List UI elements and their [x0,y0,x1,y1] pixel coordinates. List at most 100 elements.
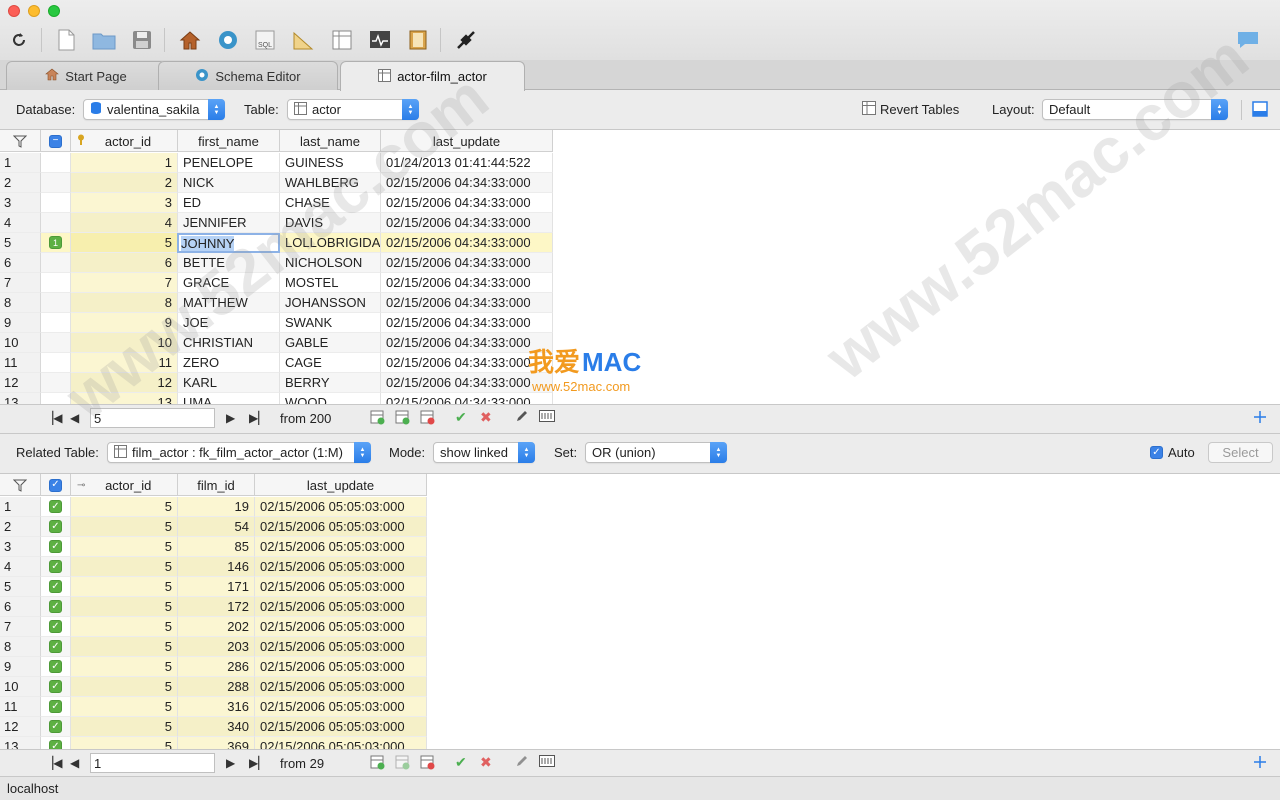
first-record-icon[interactable]: ▕◀ [44,756,62,770]
table-row[interactable]: 8 8 MATTHEW JOHANSSON 02/15/2006 04:34:33:00… [0,293,553,313]
table-row[interactable]: 2 ✓ 5 54 02/15/2006 05:05:03:000 [0,517,427,537]
row-marker[interactable] [41,373,71,393]
commit-icon[interactable]: ✔ [455,409,467,426]
table-row[interactable]: 6 ✓ 5 172 02/15/2006 05:05:03:000 [0,597,427,617]
cell-actor-id[interactable]: 8 [71,293,178,313]
cancel-icon[interactable]: ✖ [480,409,492,426]
row-marker[interactable]: 1 [41,233,71,253]
table-row[interactable]: 7 7 GRACE MOSTEL 02/15/2006 04:34:33:000 [0,273,553,293]
next-record-icon[interactable]: ▶ [226,411,235,425]
commit-icon[interactable]: ✔ [455,754,467,771]
row-checkbox[interactable]: ✓ [41,577,71,597]
table-row[interactable]: 12 12 KARL BERRY 02/15/2006 04:34:33:000 [0,373,553,393]
row-checkbox[interactable]: ✓ [41,657,71,677]
cell-actor-id[interactable]: 5 [71,517,178,537]
table-row[interactable]: 4 4 JENNIFER DAVIS 02/15/2006 04:34:33:000 [0,213,553,233]
cell-film-id[interactable]: 286 [178,657,255,677]
cell-last-update[interactable]: 01/24/2013 01:41:44:522 [381,153,553,173]
cell-last-update[interactable]: 02/15/2006 04:34:33:000 [381,233,553,253]
cell-film-id[interactable]: 172 [178,597,255,617]
cell-actor-id[interactable]: 3 [71,193,178,213]
cell-last-name[interactable]: GUINESS [280,153,381,173]
cell-first-name[interactable]: CHRISTIAN [178,333,280,353]
close-window-button[interactable] [8,5,20,17]
previous-record-icon[interactable]: ◀ [70,756,79,770]
cell-last-update[interactable]: 02/15/2006 04:34:33:000 [381,333,553,353]
new-document-icon[interactable] [52,26,80,54]
cell-last-update[interactable]: 02/15/2006 05:05:03:000 [255,697,427,717]
cell-film-id[interactable]: 85 [178,537,255,557]
cell-first-name[interactable]: JENNIFER [178,213,280,233]
cell-actor-id[interactable]: 5 [71,497,178,517]
cell-actor-id[interactable]: 5 [71,557,178,577]
cell-first-name[interactable]: ED [178,193,280,213]
query-builder-icon[interactable] [290,26,318,54]
table-row[interactable]: 5 1 5 JOHNNY LOLLOBRIGIDA 02/15/2006 04:34:33… [0,233,553,253]
duplicate-record-icon[interactable] [395,755,410,773]
cell-last-name[interactable]: SWANK [280,313,381,333]
cell-first-name-editor[interactable]: JOHNNY [177,233,280,253]
cell-last-name[interactable]: MOSTEL [280,273,381,293]
cell-actor-id[interactable]: 5 [71,617,178,637]
auto-checkbox[interactable]: ✓ Auto [1150,445,1195,460]
table-row[interactable]: 7 ✓ 5 202 02/15/2006 05:05:03:000 [0,617,427,637]
delete-record-icon[interactable] [420,410,435,428]
connect-plug-icon[interactable] [452,26,480,54]
cell-film-id[interactable]: 316 [178,697,255,717]
previous-record-icon[interactable]: ◀ [70,411,79,425]
cell-first-name[interactable]: ZERO [178,353,280,373]
home-icon[interactable] [176,26,204,54]
cell-last-update[interactable]: 02/15/2006 04:34:33:000 [381,353,553,373]
cell-last-update[interactable]: 02/15/2006 05:05:03:000 [255,537,427,557]
cell-actor-id[interactable]: 5 [71,637,178,657]
tab-start-page[interactable]: Start Page [6,61,166,90]
resize-split-icon[interactable] [1253,755,1267,772]
last-record-icon[interactable]: ▶▏ [249,756,267,770]
cell-first-name[interactable]: BETTE [178,253,280,273]
table-row[interactable]: 1 ✓ 5 19 02/15/2006 05:05:03:000 [0,497,427,517]
table-row[interactable]: 10 10 CHRISTIAN GABLE 02/15/2006 04:34:33:00… [0,333,553,353]
column-header-actor-id[interactable]: ⊸ actor_id [71,474,178,496]
layout-select[interactable]: Default ▲ ▼ [1042,99,1228,120]
delete-record-icon[interactable] [420,755,435,773]
row-checkbox[interactable]: ✓ [41,677,71,697]
monitor-icon[interactable] [366,26,394,54]
column-header-last-update[interactable]: last_update [255,474,427,496]
cell-actor-id[interactable]: 10 [71,333,178,353]
row-checkbox[interactable]: ✓ [41,637,71,657]
cell-film-id[interactable]: 340 [178,717,255,737]
cell-film-id[interactable]: 202 [178,617,255,637]
table-row[interactable]: 12 ✓ 5 340 02/15/2006 05:05:03:000 [0,717,427,737]
column-header-film-id[interactable]: film_id [178,474,255,496]
row-checkbox[interactable]: ✓ [41,697,71,717]
tab-actor-film-actor[interactable]: actor-film_actor [340,61,525,91]
cell-last-name[interactable]: LOLLOBRIGIDA [280,233,381,253]
cell-first-name[interactable]: NICK [178,173,280,193]
cell-last-update[interactable]: 02/15/2006 05:05:03:000 [255,577,427,597]
cell-last-update[interactable]: 02/15/2006 04:34:33:000 [381,213,553,233]
row-checkbox[interactable]: ✓ [41,597,71,617]
next-record-icon[interactable]: ▶ [226,756,235,770]
minimize-window-button[interactable] [28,5,40,17]
cell-last-update[interactable]: 02/15/2006 04:34:33:000 [381,273,553,293]
row-marker[interactable] [41,173,71,193]
filter-icon[interactable] [0,474,41,496]
cell-film-id[interactable]: 146 [178,557,255,577]
cell-actor-id[interactable]: 5 [71,677,178,697]
database-select[interactable]: valentina_sakila ▲ ▼ [83,99,225,120]
related-table-select[interactable]: film_actor : fk_film_actor_actor (1:M) ▲… [107,442,371,463]
edit-pencil-icon[interactable] [515,754,529,771]
row-marker[interactable] [41,333,71,353]
cell-actor-id[interactable]: 5 [71,577,178,597]
cell-actor-id[interactable]: 5 [71,537,178,557]
row-marker[interactable] [41,193,71,213]
cell-last-update[interactable]: 02/15/2006 04:34:33:000 [381,253,553,273]
cell-last-update[interactable]: 02/15/2006 04:34:33:000 [381,373,553,393]
column-header-last-update[interactable]: last_update [381,130,553,152]
row-marker[interactable] [41,153,71,173]
filter-icon[interactable] [0,130,41,152]
cell-last-name[interactable]: GABLE [280,333,381,353]
cell-last-update[interactable]: 02/15/2006 05:05:03:000 [255,637,427,657]
chat-icon[interactable] [1234,26,1262,54]
cell-last-update[interactable]: 02/15/2006 05:05:03:000 [255,517,427,537]
